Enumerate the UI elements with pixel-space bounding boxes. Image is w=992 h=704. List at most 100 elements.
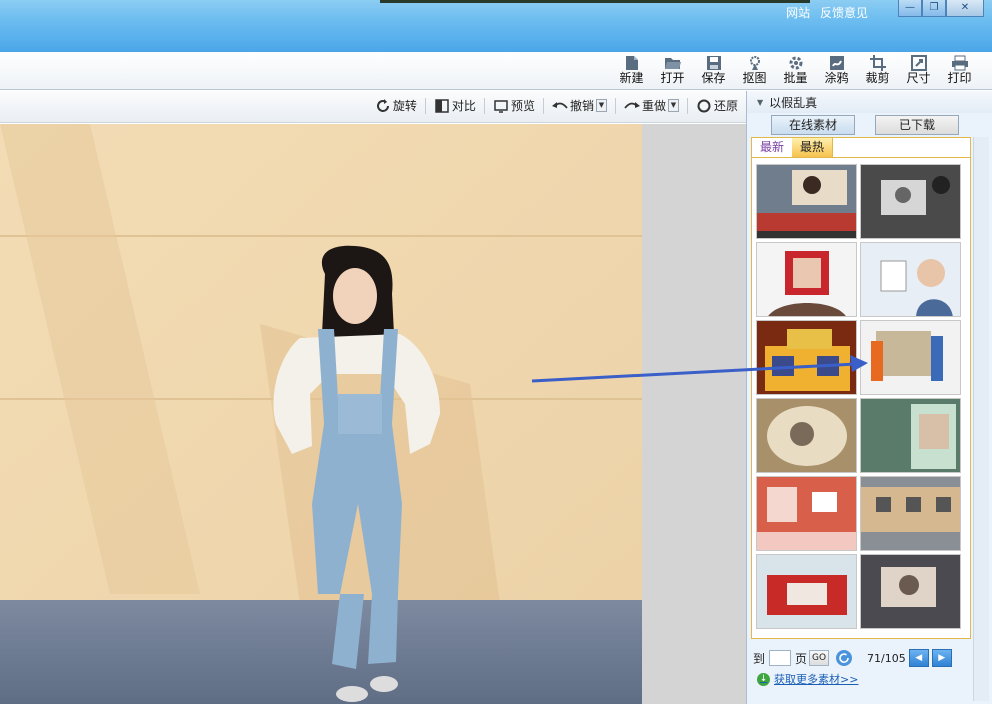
batch-button[interactable]: 批量 [775,55,816,89]
more-materials-link[interactable]: ↓ 获取更多素材>> [757,671,858,687]
open-button[interactable]: 打开 [652,55,693,89]
close-button[interactable]: ✕ [946,0,984,17]
rotate-icon [375,98,391,114]
tab-online-material[interactable]: 在线素材 [771,115,855,135]
separator [686,97,688,114]
compare-icon [434,98,450,114]
thumbnail-red-frame[interactable] [756,242,857,317]
cutout-icon [746,55,764,71]
panel-header[interactable]: ▼ 以假乱真 [747,91,992,113]
crop-icon [869,55,887,71]
page-count: 71/105 [867,651,906,665]
thumbnail-pink-room[interactable] [756,476,857,551]
doodle-icon [828,55,846,71]
edited-photo [0,124,642,704]
resize-icon [910,55,928,71]
separator [424,97,426,114]
page-label: 页 [795,651,808,666]
website-link[interactable]: 网站 [786,6,810,20]
compare-label: 对比 [451,99,476,113]
feedback-link[interactable]: 反馈意见 [820,6,868,20]
separator [542,97,544,114]
panel-tabs: 在线素材 已下载 [771,115,979,135]
resize-button[interactable]: 尺寸 [898,55,939,89]
pagination: 到 页 GO 71/105 ◀ ▶ [753,647,973,669]
print-button[interactable]: 打印 [939,55,980,89]
compare-button[interactable]: 对比 [434,97,476,114]
thumbnail-subway-ad[interactable] [860,554,961,629]
thumbnail-newspaper[interactable] [756,320,857,395]
cutout-label: 抠图 [742,71,767,85]
open-label: 打开 [660,71,685,85]
page-input[interactable] [769,650,792,666]
refresh-icon[interactable] [835,649,853,667]
undo-label: 撤销 [569,99,594,113]
crop-button[interactable]: 裁剪 [857,55,898,89]
thumbnail-red-building[interactable] [756,554,857,629]
main-toolbar: 新建 打开 保存 抠图 批量 涂鸦 裁剪 尺寸 打印 [0,52,992,90]
tab-newest[interactable]: 最新 [752,138,792,157]
undo-button[interactable]: 撤销 ▼ [551,97,607,114]
batch-label: 批量 [783,71,808,85]
edit-toolbar: 旋转 对比 预览 撤销 ▼ 重做 ▼ 还原 [0,91,746,123]
redo-dropdown-icon[interactable]: ▼ [667,99,679,112]
thumbnail-billboard-train[interactable] [756,164,857,239]
minimize-icon: — [905,2,915,13]
restore-original-label: 还原 [713,99,738,113]
crop-label: 裁剪 [865,71,890,85]
thumbnail-vintage-scroll[interactable] [756,398,857,473]
thumbnail-bw-frame[interactable] [860,164,961,239]
cutout-button[interactable]: 抠图 [734,55,775,89]
close-icon: ✕ [960,2,970,13]
save-icon [705,55,723,71]
prev-page-icon[interactable]: ◀ [908,649,929,667]
doodle-button[interactable]: 涂鸦 [816,55,857,89]
new-label: 新建 [619,71,644,85]
title-bar-edge [380,0,810,3]
resize-label: 尺寸 [906,71,931,85]
save-label: 保存 [701,71,726,85]
title-links: 网站 反馈意见 [780,4,868,21]
tab-hottest[interactable]: 最热 [792,138,834,157]
go-button[interactable]: GO [809,650,830,666]
thumbnail-bus-stop[interactable] [860,398,961,473]
separator [483,97,485,114]
doodle-label: 涂鸦 [824,71,849,85]
print-icon [951,55,969,71]
restore-button[interactable]: ❐ [922,0,946,17]
image-canvas[interactable] [0,124,746,704]
tab-downloaded[interactable]: 已下载 [875,115,959,135]
thumbnail-gallery[interactable] [860,476,961,551]
undo-dropdown-icon[interactable]: ▼ [595,99,607,112]
preview-label: 预览 [510,99,535,113]
panel-title: 以假乱真 [769,95,818,110]
save-button[interactable]: 保存 [693,55,734,89]
redo-button[interactable]: 重做 ▼ [624,97,679,114]
photo-illustration [0,124,642,704]
new-file-icon [623,55,641,71]
download-more-icon: ↓ [757,672,770,686]
material-panel: ▼ 以假乱真 在线素材 已下载 最新 最热 到 页 GO 71/105 ◀ ▶ … [746,91,992,704]
window-controls: — ❐ ✕ [898,0,984,17]
more-materials-label: 获取更多素材>> [774,673,859,686]
goto-label: 到 [753,651,766,666]
thumbnail-hand-photo[interactable] [860,242,961,317]
sort-tabs: 最新 最热 [752,138,970,158]
minimize-button[interactable]: — [898,0,922,17]
panel-scrollbar[interactable] [973,137,989,701]
preview-icon [493,98,509,114]
new-button[interactable]: 新建 [611,55,652,89]
rotate-button[interactable]: 旋转 [375,97,417,114]
separator [614,97,616,114]
folder-open-icon [664,55,682,71]
restore-original-button[interactable]: 还原 [696,97,738,114]
redo-label: 重做 [641,99,666,113]
thumbnail-wall-painters[interactable] [860,320,961,395]
restore-circle-icon [696,98,712,114]
rotate-label: 旋转 [392,99,417,113]
redo-icon [624,98,640,114]
print-label: 打印 [947,71,972,85]
collapse-icon[interactable]: ▼ [757,98,763,107]
preview-button[interactable]: 预览 [493,97,535,114]
next-page-icon[interactable]: ▶ [931,649,952,667]
